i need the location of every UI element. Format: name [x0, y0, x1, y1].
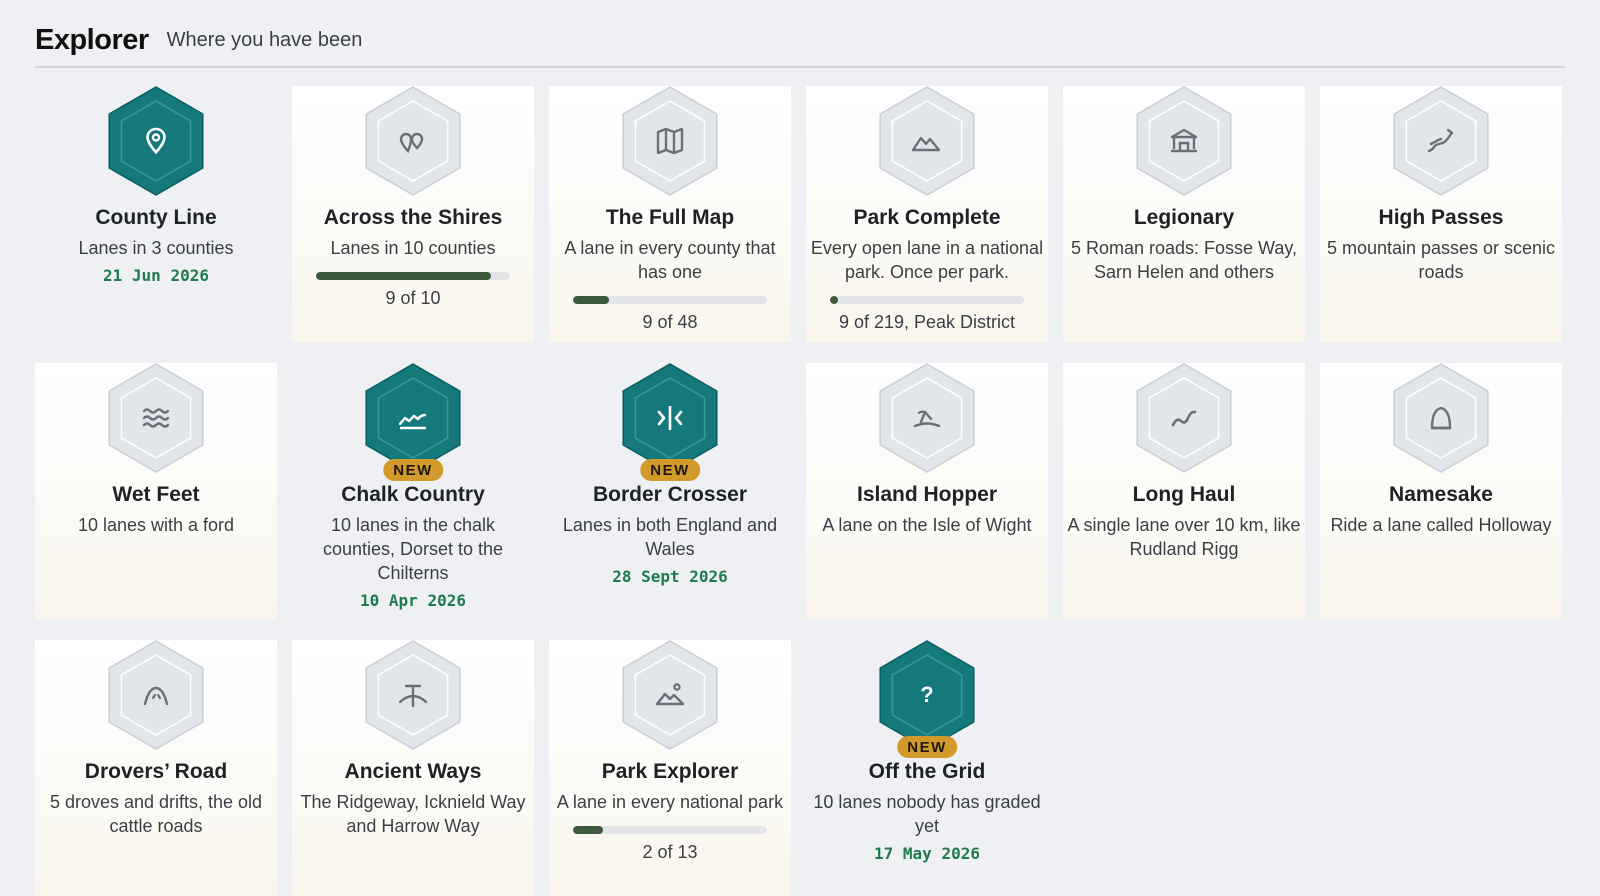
- badge-description: Lanes in 10 counties: [330, 238, 496, 258]
- badge-name: Namesake: [1389, 483, 1493, 506]
- badge-description: Every open lane in a national park. Once…: [810, 238, 1044, 282]
- badge-name: County Line: [95, 206, 217, 229]
- badge-card-off-the-grid[interactable]: ? NEW Off the Grid 10 lanes nobody has grad…: [806, 640, 1048, 896]
- badge-description: The Ridgeway, Icknield Way and Harrow Wa…: [300, 792, 526, 836]
- badge-description: A lane in every county that has one: [564, 238, 776, 282]
- heart-pins-icon: [365, 86, 461, 196]
- progress-fill: [573, 826, 603, 834]
- progress-label: 9 of 10: [385, 288, 441, 308]
- badge-name: Legionary: [1133, 206, 1235, 229]
- badge-card-legionary[interactable]: Legionary 5 Roman roads: Fosse Way, Sarn …: [1063, 86, 1305, 342]
- temple-icon: [1136, 86, 1232, 196]
- long-road-icon: [1136, 363, 1232, 473]
- progress-label: 2 of 13: [642, 842, 698, 862]
- water-waves-icon: [108, 363, 204, 473]
- mountain-icon: [879, 86, 975, 196]
- badge-earned-date: 21 Jun 2026: [103, 266, 209, 285]
- hill-track-icon: [108, 640, 204, 750]
- badge-name: Long Haul: [1132, 483, 1236, 506]
- badge-name: Wet Feet: [112, 483, 200, 506]
- page-header: Explorer Where you have been: [35, 14, 1565, 68]
- badge-description: 10 lanes with a ford: [77, 515, 235, 535]
- explorer-page: Explorer Where you have been County Line…: [0, 0, 1600, 896]
- badge-description: 5 Roman roads: Fosse Way, Sarn Helen and…: [1070, 238, 1298, 282]
- badge-description: 10 lanes in the chalk counties, Dorset t…: [322, 515, 504, 583]
- new-badge: NEW: [640, 459, 700, 481]
- badge-description: Lanes in both England and Wales: [562, 515, 778, 559]
- badge-name: Chalk Country: [341, 483, 485, 506]
- badge-card-the-full-map[interactable]: The Full Map A lane in every county that …: [549, 86, 791, 342]
- badge-name: Drovers’ Road: [84, 760, 228, 783]
- badge-earned-date: 17 May 2026: [874, 844, 980, 863]
- badge-description: Lanes in 3 counties: [78, 238, 234, 258]
- badge-name: Border Crosser: [592, 483, 748, 506]
- page-title: Explorer: [35, 23, 149, 56]
- new-badge: NEW: [897, 736, 957, 758]
- badge-card-ancient-ways[interactable]: Ancient Ways The Ridgeway, Icknield Way a…: [292, 640, 534, 896]
- badge-name: Island Hopper: [856, 483, 998, 506]
- folded-map-icon: [622, 86, 718, 196]
- progress-fill: [573, 296, 610, 304]
- badge-card-drovers-road[interactable]: Drovers’ Road 5 droves and drifts, the ol…: [35, 640, 277, 896]
- badge-card-park-complete[interactable]: Park Complete Every open lane in a nation…: [806, 86, 1048, 342]
- badge-card-wet-feet[interactable]: Wet Feet 10 lanes with a ford: [35, 363, 277, 619]
- progress-fill: [830, 296, 838, 304]
- badge-card-island-hopper[interactable]: Island Hopper A lane on the Isle of Wight: [806, 363, 1048, 619]
- badge-description: 5 mountain passes or scenic roads: [1326, 238, 1556, 282]
- badge-description: A lane in every national park: [556, 792, 784, 812]
- badge-name: The Full Map: [605, 206, 735, 229]
- winding-road-icon: [1393, 86, 1489, 196]
- badge-card-long-haul[interactable]: Long Haul A single lane over 10 km, like …: [1063, 363, 1305, 619]
- badge-name: Ancient Ways: [344, 760, 482, 783]
- border-arrows-icon: NEW: [622, 363, 718, 481]
- badge-description: Ride a lane called Holloway: [1330, 515, 1552, 535]
- badge-description: A lane on the Isle of Wight: [822, 515, 1032, 535]
- badge-earned-date: 10 Apr 2026: [360, 591, 466, 610]
- badge-earned-date: 28 Sept 2026: [612, 567, 728, 586]
- badge-name: Off the Grid: [868, 760, 986, 783]
- question-mark-icon: ? NEW: [879, 640, 975, 758]
- badge-card-chalk-country[interactable]: NEW Chalk Country 10 lanes in the chalk co…: [292, 363, 534, 619]
- progress-bar: [316, 272, 510, 280]
- badge-name: Park Complete: [853, 206, 1001, 229]
- badge-name: High Passes: [1378, 206, 1504, 229]
- ancient-crossroads-icon: [365, 640, 461, 750]
- svg-text:?: ?: [920, 682, 933, 707]
- island-icon: [879, 363, 975, 473]
- page-subtitle: Where you have been: [166, 28, 363, 51]
- badge-card-namesake[interactable]: Namesake Ride a lane called Holloway: [1320, 363, 1562, 619]
- badge-card-county-line[interactable]: County Line Lanes in 3 counties 21 Jun 202…: [35, 86, 277, 342]
- progress-bar: [573, 296, 767, 304]
- progress-bar: [573, 826, 767, 834]
- progress-fill: [316, 272, 491, 280]
- badge-description: A single lane over 10 km, like Rudland R…: [1067, 515, 1301, 559]
- badge-card-park-explorer[interactable]: Park Explorer A lane in every national pa…: [549, 640, 791, 896]
- progress-label: 9 of 48: [642, 312, 698, 332]
- progress-label: 9 of 219, Peak District: [838, 312, 1016, 332]
- new-badge: NEW: [383, 459, 443, 481]
- badge-description: 10 lanes nobody has graded yet: [813, 792, 1041, 836]
- arch-icon: [1393, 363, 1489, 473]
- badge-card-border-crosser[interactable]: NEW Border Crosser Lanes in both England a…: [549, 363, 791, 619]
- map-pin-icon: [108, 86, 204, 196]
- badge-grid: County Line Lanes in 3 counties 21 Jun 202…: [35, 86, 1562, 896]
- badge-name: Park Explorer: [601, 760, 739, 783]
- badge-name: Across the Shires: [323, 206, 503, 229]
- badge-description: 5 droves and drifts, the old cattle road…: [49, 792, 263, 836]
- badge-card-high-passes[interactable]: High Passes 5 mountain passes or scenic r…: [1320, 86, 1562, 342]
- landscape-icon: [622, 640, 718, 750]
- chalk-hills-icon: NEW: [365, 363, 461, 481]
- badge-card-across-the-shires[interactable]: Across the Shires Lanes in 10 counties 9 o…: [292, 86, 534, 342]
- progress-bar: [830, 296, 1024, 304]
